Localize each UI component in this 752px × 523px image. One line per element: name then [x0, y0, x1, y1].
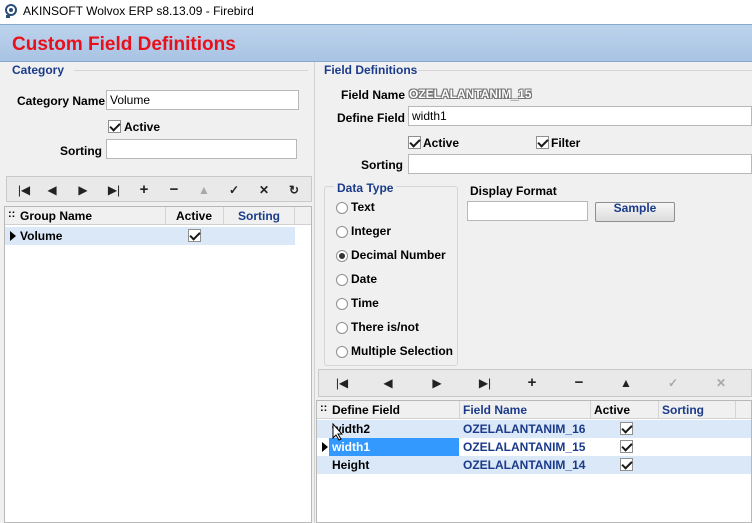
- app-logo-icon: [5, 4, 17, 18]
- delete-icon[interactable]: −: [164, 181, 184, 199]
- prior-icon[interactable]: ◀: [378, 374, 398, 392]
- category-active-label: Active: [124, 120, 161, 134]
- cell-field-name: OZELALANTANIM_14: [463, 458, 586, 472]
- category-group-title: Category: [12, 63, 65, 77]
- delete-icon[interactable]: −: [569, 374, 589, 392]
- radio-time[interactable]: [336, 298, 348, 310]
- cell-active-checkbox[interactable]: [188, 229, 201, 242]
- radio-there-is-not-label[interactable]: There is/not: [351, 320, 419, 334]
- current-row-indicator-icon: [10, 231, 16, 241]
- radio-text[interactable]: [336, 202, 348, 214]
- page-title: Custom Field Definitions: [12, 34, 236, 55]
- mouse-cursor-icon: [332, 423, 344, 441]
- table-row[interactable]: width2 OZELALANTANIM_16: [317, 420, 751, 438]
- define-field-input[interactable]: width1: [408, 106, 752, 126]
- category-sorting-label: Sorting: [60, 144, 102, 158]
- edit-icon[interactable]: ▲: [616, 374, 636, 392]
- col-group-name[interactable]: Group Name: [20, 209, 92, 223]
- radio-multiple-selection-label[interactable]: Multiple Selection: [351, 344, 453, 358]
- post-icon[interactable]: ✓: [663, 374, 683, 392]
- page-header: Custom Field Definitions: [0, 24, 752, 62]
- cell-define-field: Height: [332, 458, 370, 472]
- cell-group-name: Volume: [20, 229, 63, 243]
- cell-field-name: OZELALANTANIM_16: [463, 422, 586, 436]
- radio-there-is-not[interactable]: [336, 322, 348, 334]
- field-filter-checkbox[interactable]: [536, 136, 549, 149]
- first-icon[interactable]: |◀: [332, 374, 352, 392]
- group-divider: [74, 70, 308, 71]
- radio-multiple-selection[interactable]: [336, 346, 348, 358]
- table-row[interactable]: width1 OZELALANTANIM_15: [317, 438, 751, 456]
- category-grid[interactable]: :: Group Name Active Sorting Volume: [4, 206, 312, 523]
- col-define-field[interactable]: Define Field: [332, 403, 400, 417]
- field-filter-label: Filter: [551, 136, 581, 150]
- category-sorting-input[interactable]: [106, 139, 297, 159]
- category-grid-header: :: Group Name Active Sorting: [5, 207, 311, 225]
- pane-splitter[interactable]: [314, 62, 315, 523]
- radio-decimal-number[interactable]: [336, 250, 348, 262]
- field-navigator: |◀ ◀ ▶ ▶| + − ▲ ✓ ✕: [318, 369, 752, 397]
- window-title: AKINSOFT Wolvox ERP s8.13.09 - Firebird: [23, 4, 254, 18]
- radio-text-label[interactable]: Text: [351, 200, 375, 214]
- field-active-label: Active: [423, 136, 460, 150]
- current-row-indicator-icon: [322, 442, 328, 452]
- radio-integer-label[interactable]: Integer: [351, 224, 391, 238]
- last-icon[interactable]: ▶|: [104, 181, 124, 199]
- first-icon[interactable]: |◀: [14, 181, 34, 199]
- insert-icon[interactable]: +: [522, 374, 542, 392]
- post-icon[interactable]: ✓: [224, 181, 244, 199]
- col-active[interactable]: Active: [594, 403, 630, 417]
- col-field-name[interactable]: Field Name: [463, 403, 527, 417]
- window-titlebar: AKINSOFT Wolvox ERP s8.13.09 - Firebird: [0, 0, 752, 24]
- table-row[interactable]: Volume: [5, 227, 295, 245]
- col-active[interactable]: Active: [176, 209, 212, 223]
- radio-time-label[interactable]: Time: [351, 296, 379, 310]
- define-field-label: Define Field: [337, 111, 406, 125]
- field-name-label: Field Name: [341, 88, 406, 102]
- cell-field-name: OZELALANTANIM_15: [463, 440, 586, 454]
- cell-active-checkbox[interactable]: [620, 440, 633, 453]
- last-icon[interactable]: ▶|: [475, 374, 495, 392]
- display-format-input[interactable]: [467, 201, 588, 221]
- next-icon[interactable]: ▶: [73, 181, 93, 199]
- refresh-icon[interactable]: ↻: [284, 181, 304, 199]
- cancel-icon[interactable]: ✕: [254, 181, 274, 199]
- category-navigator: |◀ ◀ ▶ ▶| + − ▲ ✓ ✕ ↻: [6, 176, 312, 202]
- field-name-value: OZELALANTANIM_15: [409, 87, 532, 101]
- grid-handle-icon: ::: [8, 208, 16, 220]
- field-active-checkbox[interactable]: [408, 136, 421, 149]
- prior-icon[interactable]: ◀: [42, 181, 62, 199]
- field-sorting-input[interactable]: [408, 154, 752, 174]
- group-divider: [418, 70, 752, 71]
- col-sorting[interactable]: Sorting: [662, 403, 704, 417]
- field-sorting-label: Sorting: [361, 158, 403, 172]
- display-format-label: Display Format: [470, 184, 557, 198]
- data-type-title: Data Type: [334, 181, 397, 195]
- cell-active-checkbox[interactable]: [620, 458, 633, 471]
- category-name-input[interactable]: Volume: [106, 90, 299, 110]
- field-grid[interactable]: :: Define Field Field Name Active Sortin…: [316, 400, 752, 523]
- cancel-icon[interactable]: ✕: [711, 374, 731, 392]
- radio-date[interactable]: [336, 274, 348, 286]
- radio-integer[interactable]: [336, 226, 348, 238]
- cell-active-checkbox[interactable]: [620, 422, 633, 435]
- cell-define-field-selected[interactable]: width1: [329, 438, 459, 456]
- sample-button[interactable]: Sample: [595, 202, 675, 222]
- insert-icon[interactable]: +: [134, 181, 154, 199]
- radio-date-label[interactable]: Date: [351, 272, 377, 286]
- grid-handle-icon: ::: [320, 402, 328, 414]
- field-definitions-title: Field Definitions: [324, 63, 418, 77]
- radio-decimal-number-label[interactable]: Decimal Number: [351, 248, 446, 262]
- category-name-label: Category Name: [17, 94, 106, 108]
- category-active-checkbox[interactable]: [108, 120, 121, 133]
- field-grid-header: :: Define Field Field Name Active Sortin…: [317, 401, 751, 419]
- table-row[interactable]: Height OZELALANTANIM_14: [317, 456, 751, 474]
- edit-icon[interactable]: ▲: [194, 181, 214, 199]
- col-sorting[interactable]: Sorting: [238, 209, 280, 223]
- next-icon[interactable]: ▶: [427, 374, 447, 392]
